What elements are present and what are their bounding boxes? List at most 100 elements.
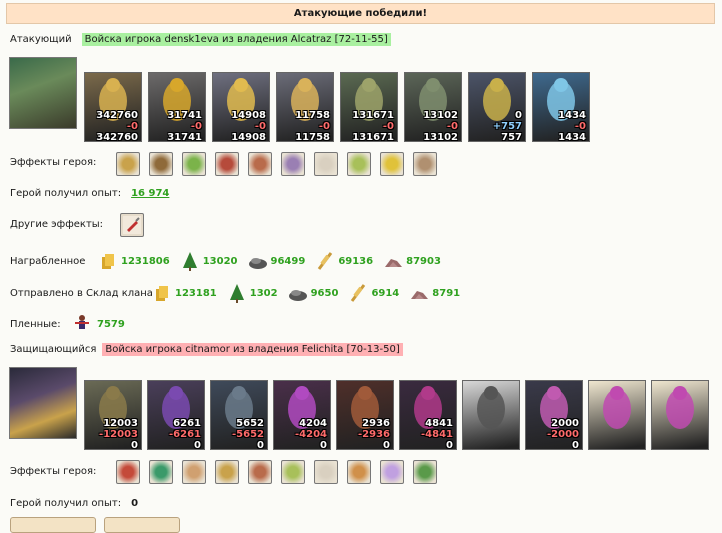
unit-count-after: 0 bbox=[446, 440, 453, 450]
stone-icon bbox=[409, 283, 429, 303]
defender-unit-card[interactable]: 4841 -4841 0 bbox=[399, 380, 457, 450]
defender-unit-card[interactable]: 4204 -4204 0 bbox=[273, 380, 331, 450]
wood-icon bbox=[180, 251, 200, 271]
unit-count-after: 0 bbox=[194, 440, 201, 450]
attacker-effect-icon[interactable] bbox=[347, 152, 371, 176]
defender-unit-card[interactable]: 12003 -12003 0 bbox=[84, 380, 142, 450]
attacker-unit-card[interactable]: 11758 -0 11758 bbox=[276, 72, 334, 142]
attacker-effect-icon[interactable] bbox=[413, 152, 437, 176]
prisoners-label: Пленные: bbox=[10, 318, 61, 330]
attacker-effect-icon[interactable] bbox=[149, 152, 173, 176]
defender-label: Защищающийся bbox=[10, 344, 97, 355]
attacker-army-tag[interactable]: Войска игрока densk1eva из владения Alca… bbox=[81, 33, 391, 46]
wood-icon bbox=[227, 283, 247, 303]
defender-hero-avatar[interactable] bbox=[9, 367, 77, 439]
loot-gold: 1231806 bbox=[98, 251, 170, 271]
attacker-exp-value[interactable]: 16 974 bbox=[131, 188, 169, 199]
clan-gold: 123181 bbox=[152, 283, 217, 303]
attacker-unit-card[interactable]: 131671 -0 131671 bbox=[340, 72, 398, 142]
attacker-exp-label: Герой получил опыт: bbox=[10, 188, 122, 199]
unit-portrait-icon bbox=[603, 386, 631, 429]
defender-exp-label: Герой получил опыт: bbox=[10, 498, 122, 509]
attacker-unit-card[interactable]: 31741 -0 31741 bbox=[148, 72, 206, 142]
loot-label: Награбленное bbox=[10, 255, 86, 267]
defender-effect-icon[interactable] bbox=[413, 460, 437, 484]
unit-count-before: 6261 bbox=[173, 418, 201, 429]
unit-count-before: 1434 bbox=[558, 110, 586, 121]
ore-icon bbox=[288, 283, 308, 303]
defender-effects-row: Эффекты героя: bbox=[10, 466, 96, 477]
prisoner-icon bbox=[72, 314, 92, 334]
unit-count-change: -0 bbox=[446, 121, 458, 132]
unit-count-after: 0 bbox=[131, 440, 138, 450]
clan-wood: 1302 bbox=[227, 283, 278, 303]
gold-icon bbox=[98, 251, 118, 271]
unit-count-after: 11758 bbox=[295, 132, 330, 142]
attacker-effect-icon[interactable] bbox=[281, 152, 305, 176]
unit-count-change: -2000 bbox=[547, 429, 579, 440]
clan-storage-label: Отправлено в Склад клана bbox=[10, 287, 153, 299]
attacker-label: Атакующий bbox=[10, 34, 72, 45]
defender-effect-icon[interactable] bbox=[281, 460, 305, 484]
defender-effect-icon[interactable] bbox=[314, 460, 338, 484]
attacker-effect-icon[interactable] bbox=[314, 152, 338, 176]
unit-count-change: -2936 bbox=[358, 429, 390, 440]
defender-unit-card[interactable]: 6261 -6261 0 bbox=[147, 380, 205, 450]
unit-count-change: -5652 bbox=[232, 429, 264, 440]
defender-unit-card[interactable] bbox=[651, 380, 709, 450]
clan-ore: 9650 bbox=[288, 283, 338, 303]
loot-grain-value: 69136 bbox=[338, 255, 374, 267]
defender-effect-icon[interactable] bbox=[215, 460, 239, 484]
defender-effect-icon[interactable] bbox=[347, 460, 371, 484]
attacker-unit-card[interactable]: 13102 -0 13102 bbox=[404, 72, 462, 142]
bottom-button-1[interactable] bbox=[10, 517, 96, 533]
attacker-effect-icon[interactable] bbox=[248, 152, 272, 176]
attacker-effect-icon[interactable] bbox=[380, 152, 404, 176]
defender-exp-value: 0 bbox=[131, 498, 139, 509]
unit-count-change: -0 bbox=[574, 121, 586, 132]
unit-count-before: 2000 bbox=[551, 418, 579, 429]
attacker-effect-icon[interactable] bbox=[116, 152, 140, 176]
defender-unit-card[interactable]: 2000 -2000 0 bbox=[525, 380, 583, 450]
battle-result-header: Атакующие победили! bbox=[6, 3, 715, 24]
unit-count-before: 12003 bbox=[103, 418, 138, 429]
ore-icon bbox=[248, 251, 268, 271]
clan-grain-value: 6914 bbox=[371, 287, 400, 299]
defender-effects-label: Эффекты героя: bbox=[10, 466, 97, 477]
unit-count-change: -0 bbox=[382, 121, 394, 132]
defender-effect-icon[interactable] bbox=[149, 460, 173, 484]
attacker-unit-card[interactable]: 342760 -0 342760 bbox=[84, 72, 142, 142]
defender-unit-card[interactable]: 2936 -2936 0 bbox=[336, 380, 394, 450]
unit-count-after: 131671 bbox=[352, 132, 394, 142]
loot-stone: 87903 bbox=[383, 251, 441, 271]
unit-count-before: 2936 bbox=[362, 418, 390, 429]
grain-icon bbox=[315, 251, 335, 271]
unit-count-after: 13102 bbox=[423, 132, 458, 142]
defender-effect-icon[interactable] bbox=[248, 460, 272, 484]
sword-effect-icon[interactable] bbox=[120, 213, 144, 237]
defender-effect-icon[interactable] bbox=[380, 460, 404, 484]
attacker-unit-card[interactable]: 14908 -0 14908 bbox=[212, 72, 270, 142]
unit-count-before: 11758 bbox=[295, 110, 330, 121]
attacker-hero-avatar[interactable] bbox=[9, 57, 77, 129]
other-effects-label: Другие эффекты: bbox=[10, 219, 104, 230]
loot-gold-value: 1231806 bbox=[121, 255, 170, 267]
unit-count-after: 0 bbox=[572, 440, 579, 450]
defender-army-tag[interactable]: Войска игрока citnamor из владения Felic… bbox=[102, 343, 403, 356]
unit-count-before: 0 bbox=[515, 110, 522, 121]
unit-count-before: 14908 bbox=[231, 110, 266, 121]
defender-unit-card[interactable]: 5652 -5652 0 bbox=[210, 380, 268, 450]
defender-unit-card[interactable] bbox=[588, 380, 646, 450]
attacker-effect-icon[interactable] bbox=[182, 152, 206, 176]
bottom-button-2[interactable] bbox=[104, 517, 180, 533]
attacker-unit-card[interactable]: 1434 -0 1434 bbox=[532, 72, 590, 142]
defender-effect-icon[interactable] bbox=[182, 460, 206, 484]
loot-stone-value: 87903 bbox=[406, 255, 441, 267]
gold-icon bbox=[152, 283, 172, 303]
attacker-effect-icon[interactable] bbox=[215, 152, 239, 176]
unit-count-change: -4841 bbox=[421, 429, 453, 440]
defender-unit-card[interactable] bbox=[462, 380, 520, 450]
defender-effect-icon[interactable] bbox=[116, 460, 140, 484]
attacker-unit-card[interactable]: 0 +757 757 bbox=[468, 72, 526, 142]
loot-wood-value: 13020 bbox=[202, 255, 238, 267]
